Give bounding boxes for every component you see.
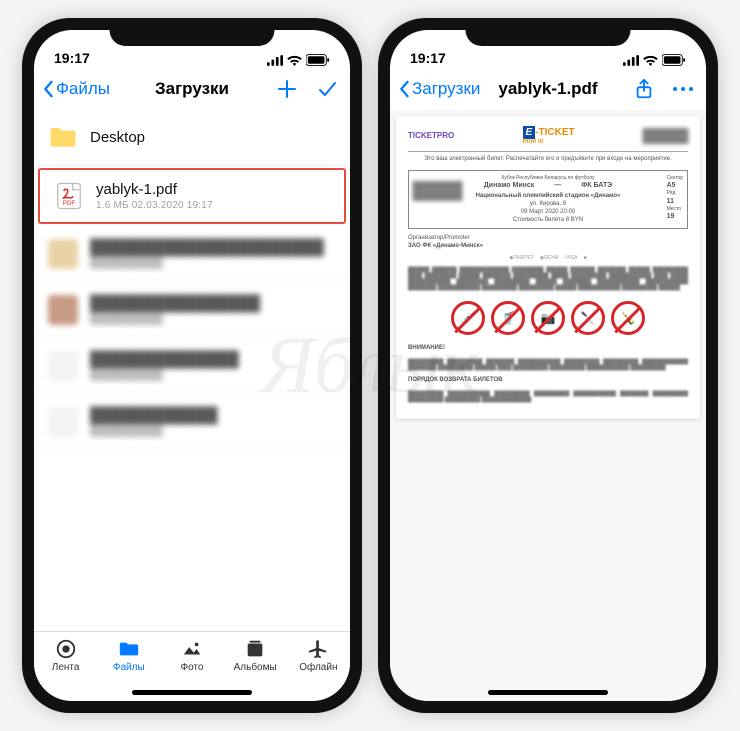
folder-desktop[interactable]: Desktop bbox=[34, 110, 350, 166]
battery-icon bbox=[306, 54, 330, 66]
airplane-icon bbox=[307, 638, 329, 660]
pdf-document: TICKETPRO E-TICKET Print it! Это ваш эле… bbox=[396, 116, 700, 419]
eticket-logo: E-TICKET Print it! bbox=[523, 126, 575, 147]
sector-label: Сектор bbox=[667, 175, 683, 181]
tab-albums[interactable]: Альбомы bbox=[225, 638, 285, 673]
screen-left: 19:17 Файлы Загрузки Desktop bbox=[34, 30, 350, 701]
prohibited-icons: 💉 🥤 📷 🔪 🍾 bbox=[408, 301, 688, 335]
tab-feed[interactable]: Лента bbox=[36, 638, 96, 673]
warning-text: ██████████ ██████████ ████████ █████████… bbox=[408, 359, 688, 371]
no-camera-icon: 📷 bbox=[531, 301, 565, 335]
price: Стоимость билета 8 BYN bbox=[413, 217, 683, 225]
list-item[interactable]: ██████████████████████████ bbox=[34, 282, 350, 338]
return-text: ██████████ ████████████ ██████████ █████… bbox=[408, 391, 688, 403]
folder-icon bbox=[118, 638, 140, 660]
albums-icon bbox=[244, 638, 266, 660]
organizer-name: ЗАО ФК «Динамо-Минск» bbox=[408, 243, 688, 251]
return-heading: ПОРЯДОК ВОЗВРАТА БИЛЕТОВ bbox=[408, 377, 688, 385]
tab-label: Фото bbox=[180, 662, 203, 673]
add-button[interactable] bbox=[276, 78, 298, 100]
pdf-viewer[interactable]: TICKETPRO E-TICKET Print it! Это ваш эле… bbox=[390, 110, 706, 701]
folder-name: Desktop bbox=[90, 129, 336, 146]
sponsor-logos: ◆TARITET◉ЯСНА▪VISA■ bbox=[408, 255, 688, 262]
signal-icon bbox=[623, 55, 639, 66]
tab-label: Офлайн bbox=[299, 662, 337, 673]
back-label: Загрузки bbox=[412, 79, 480, 99]
status-indicators bbox=[623, 54, 686, 66]
tab-label: Альбомы bbox=[234, 662, 277, 673]
tab-files[interactable]: Файлы bbox=[99, 638, 159, 673]
photo-icon bbox=[181, 638, 203, 660]
screen-right: 19:17 Загрузки yablyk-1.pdf TICKETP bbox=[390, 30, 706, 701]
signal-icon bbox=[267, 55, 283, 66]
page-title: Загрузки bbox=[155, 79, 229, 99]
pdf-icon: PDF bbox=[54, 181, 84, 211]
chevron-left-icon bbox=[398, 80, 410, 98]
back-button[interactable]: Загрузки bbox=[398, 79, 480, 99]
status-time: 19:17 bbox=[54, 50, 114, 66]
barcode-icon bbox=[643, 128, 688, 144]
phone-frame-left: 19:17 Файлы Загрузки Desktop bbox=[22, 18, 362, 713]
file-yablyk-pdf[interactable]: PDF yablyk-1.pdf 1.6 МБ 02.03.2020 19:17 bbox=[38, 168, 346, 224]
tab-photo[interactable]: Фото bbox=[162, 638, 222, 673]
phone-frame-right: 19:17 Загрузки yablyk-1.pdf TICKETP bbox=[378, 18, 718, 713]
address: ул. Кирова, 8 bbox=[413, 201, 683, 209]
team-away: ФК БАТЭ bbox=[581, 181, 612, 190]
tab-offline[interactable]: Офлайн bbox=[288, 638, 348, 673]
row-label: Ряд bbox=[667, 190, 676, 196]
status-time: 19:17 bbox=[410, 50, 470, 66]
list-item[interactable]: ████████████████████████ bbox=[34, 338, 350, 394]
status-indicators bbox=[267, 54, 330, 66]
navbar: Загрузки yablyk-1.pdf bbox=[390, 68, 706, 110]
checkmark-button[interactable] bbox=[316, 78, 338, 100]
chevron-left-icon bbox=[42, 80, 54, 98]
more-button[interactable] bbox=[672, 78, 694, 100]
wifi-icon bbox=[643, 55, 658, 66]
warning-heading: ВНИМАНИЕ! bbox=[408, 345, 688, 353]
file-list[interactable]: Desktop PDF yablyk-1.pdf 1.6 МБ 02.03.20… bbox=[34, 110, 350, 631]
organizer-label: Организатор/Promoter bbox=[408, 235, 688, 243]
home-indicator[interactable] bbox=[488, 690, 608, 695]
battery-icon bbox=[662, 54, 686, 66]
file-meta: 1.6 МБ 02.03.2020 19:17 bbox=[96, 200, 330, 211]
sector-value: A5 bbox=[667, 182, 676, 189]
notch bbox=[110, 18, 275, 46]
barcode-icon bbox=[413, 181, 463, 201]
seat-value: 19 bbox=[667, 213, 675, 220]
ticket-block: Кубок Республики Беларусь по футболу Дин… bbox=[408, 170, 688, 230]
list-item[interactable]: ████████████████████████████████ bbox=[34, 226, 350, 282]
no-bottle-icon: 🍾 bbox=[611, 301, 645, 335]
wifi-icon bbox=[287, 55, 302, 66]
ticketpro-logo: TICKETPRO bbox=[408, 131, 454, 141]
no-knife-icon: 🔪 bbox=[571, 301, 605, 335]
page-title: yablyk-1.pdf bbox=[498, 79, 597, 99]
team-home: Динамо Минск bbox=[484, 181, 534, 190]
svg-text:PDF: PDF bbox=[63, 200, 76, 207]
back-button[interactable]: Файлы bbox=[42, 79, 110, 99]
folder-icon bbox=[48, 123, 78, 153]
tab-label: Лента bbox=[52, 662, 80, 673]
tab-label: Файлы bbox=[113, 662, 145, 673]
no-syringe-icon: 💉 bbox=[451, 301, 485, 335]
event-date: 09 Март 2020 20:00 bbox=[413, 209, 683, 217]
share-button[interactable] bbox=[634, 78, 654, 100]
list-item[interactable]: ██████████████████████ bbox=[34, 394, 350, 450]
home-indicator[interactable] bbox=[132, 690, 252, 695]
file-name: yablyk-1.pdf bbox=[96, 181, 330, 198]
feed-icon bbox=[55, 638, 77, 660]
seat-label: Место bbox=[667, 206, 682, 212]
back-label: Файлы bbox=[56, 79, 110, 99]
row-value: 11 bbox=[667, 198, 674, 205]
navbar: Файлы Загрузки bbox=[34, 68, 350, 110]
notch bbox=[466, 18, 631, 46]
intro-text: Это ваш электронный билет. Распечатайте … bbox=[408, 156, 688, 164]
rules-text: ██████ ███████ ██████████████ █████████ … bbox=[408, 267, 688, 291]
no-drinks-icon: 🥤 bbox=[491, 301, 525, 335]
